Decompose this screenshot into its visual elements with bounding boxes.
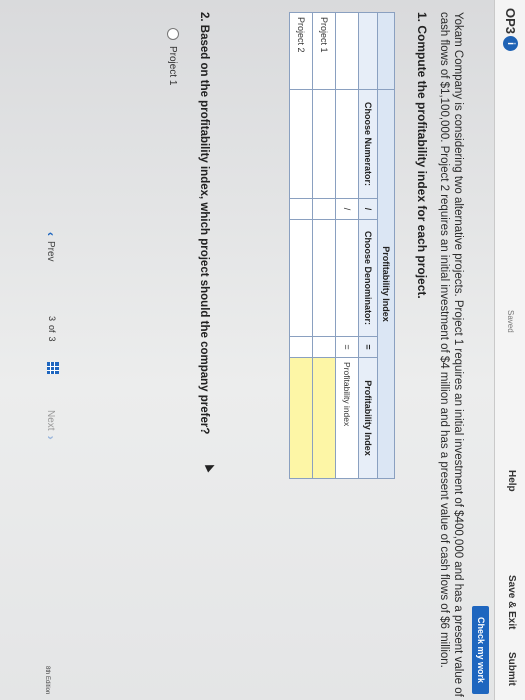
top-bar: OP3 i Saved Help Save & Exit Submit bbox=[494, 0, 525, 700]
quiz-page: OP3 i Saved Help Save & Exit Submit Chec… bbox=[0, 0, 525, 700]
project-2-numerator-input[interactable] bbox=[289, 89, 313, 199]
row-label-project-2: Project 2 bbox=[289, 12, 313, 90]
row-label bbox=[335, 12, 359, 90]
answer-option-project-1[interactable]: Project 1 bbox=[167, 28, 179, 85]
page-indicator: 3 of 3 bbox=[47, 316, 57, 342]
grid-view-icon[interactable] bbox=[47, 362, 59, 374]
chevron-left-icon: ‹ bbox=[44, 232, 58, 236]
result-label: Profitability index bbox=[335, 357, 359, 479]
mouse-cursor-icon bbox=[204, 461, 217, 473]
next-label: Next bbox=[45, 410, 57, 431]
question-1-prompt: 1. Compute the profitability index for e… bbox=[415, 12, 429, 299]
chevron-right-icon: › bbox=[44, 435, 58, 440]
answer-option-label: Project 1 bbox=[167, 46, 179, 86]
header-result: Profitability Index bbox=[358, 357, 378, 479]
radio-button-icon[interactable] bbox=[167, 28, 179, 40]
bottom-navigation: ‹ Prev 3 of 3 Next › 8th Edition bbox=[30, 0, 70, 700]
question-number: OP3 bbox=[503, 8, 518, 35]
project-1-equals bbox=[312, 336, 336, 358]
prev-label: Prev bbox=[45, 241, 57, 262]
header-denominator: Choose Denominator: bbox=[358, 219, 378, 337]
equals-sign: = bbox=[335, 336, 359, 358]
submit-button[interactable]: Submit bbox=[506, 652, 517, 686]
help-button[interactable]: Help bbox=[506, 470, 517, 492]
table-row: Project 2 bbox=[289, 12, 313, 479]
page-total: 3 bbox=[47, 336, 57, 342]
photo-frame: OP3 i Saved Help Save & Exit Submit Chec… bbox=[0, 0, 525, 700]
numerator-dropdown[interactable] bbox=[335, 89, 359, 199]
page-of: of bbox=[47, 325, 57, 333]
problem-statement: Yokam Company is considering two alterna… bbox=[438, 12, 464, 697]
check-my-work-button[interactable]: Check my work bbox=[472, 606, 489, 694]
page-current: 3 bbox=[47, 316, 57, 322]
prev-button[interactable]: ‹ Prev bbox=[44, 232, 58, 262]
table-row: Project 1 bbox=[312, 12, 336, 479]
edition-label: 8th Edition bbox=[44, 666, 50, 695]
question-2-prompt: 2. Based on the profitability index, whi… bbox=[198, 12, 210, 435]
project-1-denominator-input[interactable] bbox=[312, 219, 336, 337]
header-numerator: Choose Numerator: bbox=[358, 89, 378, 199]
header-equals: = bbox=[358, 336, 378, 358]
table-title: Profitability Index bbox=[377, 89, 395, 479]
project-1-result-input[interactable] bbox=[312, 357, 336, 479]
divide-sign: / bbox=[335, 198, 359, 220]
project-2-equals bbox=[289, 336, 313, 358]
project-2-divide bbox=[289, 198, 313, 220]
project-1-numerator-input[interactable] bbox=[312, 89, 336, 199]
header-divide: / bbox=[358, 198, 378, 220]
row-label-project-1: Project 1 bbox=[312, 12, 336, 90]
next-button[interactable]: Next › bbox=[44, 410, 58, 440]
denominator-dropdown[interactable] bbox=[335, 219, 359, 337]
table-title-row: Profitability Index bbox=[377, 12, 395, 479]
table-title-spacer bbox=[377, 12, 395, 90]
project-2-denominator-input[interactable] bbox=[289, 219, 313, 337]
info-icon[interactable]: i bbox=[503, 36, 518, 51]
saved-status: Saved bbox=[506, 310, 515, 333]
table-header-row: Choose Numerator: / Choose Denominator: … bbox=[358, 12, 378, 479]
save-exit-button[interactable]: Save & Exit bbox=[506, 575, 517, 629]
header-row-label bbox=[358, 12, 378, 90]
table-row: / = Profitability index bbox=[335, 12, 359, 479]
project-2-result-input[interactable] bbox=[289, 357, 313, 479]
profitability-index-table: Profitability Index Choose Numerator: / … bbox=[289, 12, 395, 479]
project-1-divide bbox=[312, 198, 336, 220]
